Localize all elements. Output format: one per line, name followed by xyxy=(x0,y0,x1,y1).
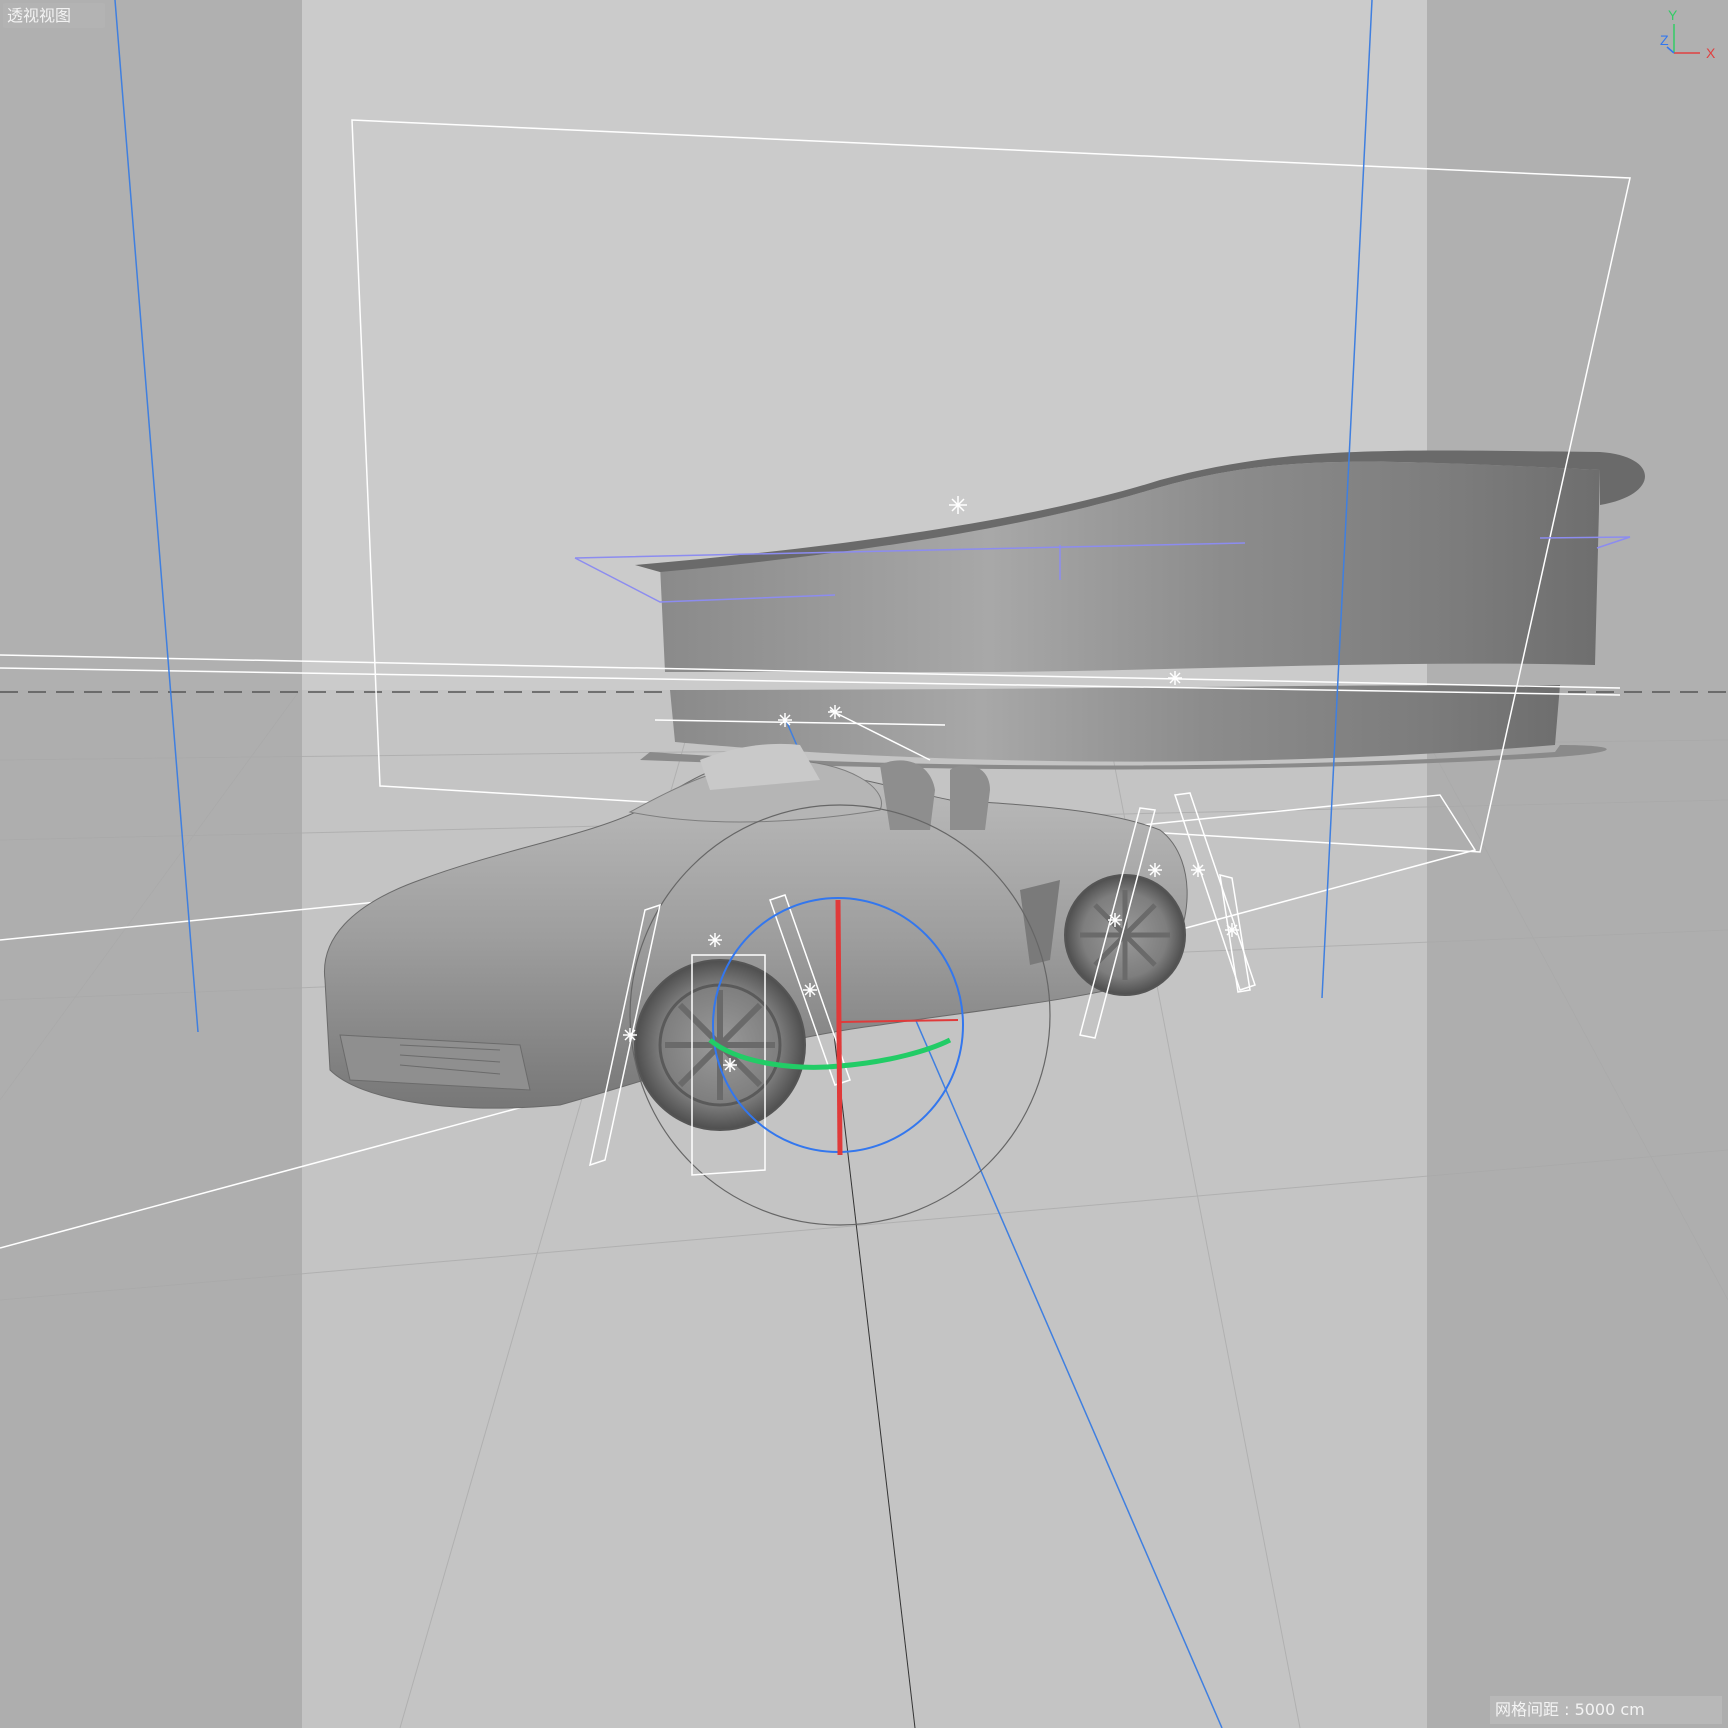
viewport-scene[interactable]: Y Z X xyxy=(0,0,1728,1728)
grid-spacing-readout: 网格间距 : 5000 cm xyxy=(1490,1696,1722,1724)
safe-frame-left xyxy=(0,0,302,1728)
safe-frame-right xyxy=(1427,0,1728,1728)
gizmo-axis-x-handle[interactable] xyxy=(835,899,843,1156)
perspective-viewport[interactable]: Y Z X 透视视图 网格间距 : 5000 cm xyxy=(0,0,1728,1728)
axis-x-label: X xyxy=(1706,45,1716,61)
axis-y-label: Y xyxy=(1668,7,1678,23)
view-name-label[interactable]: 透视视图 xyxy=(3,3,105,28)
axis-z-label: Z xyxy=(1660,32,1669,48)
